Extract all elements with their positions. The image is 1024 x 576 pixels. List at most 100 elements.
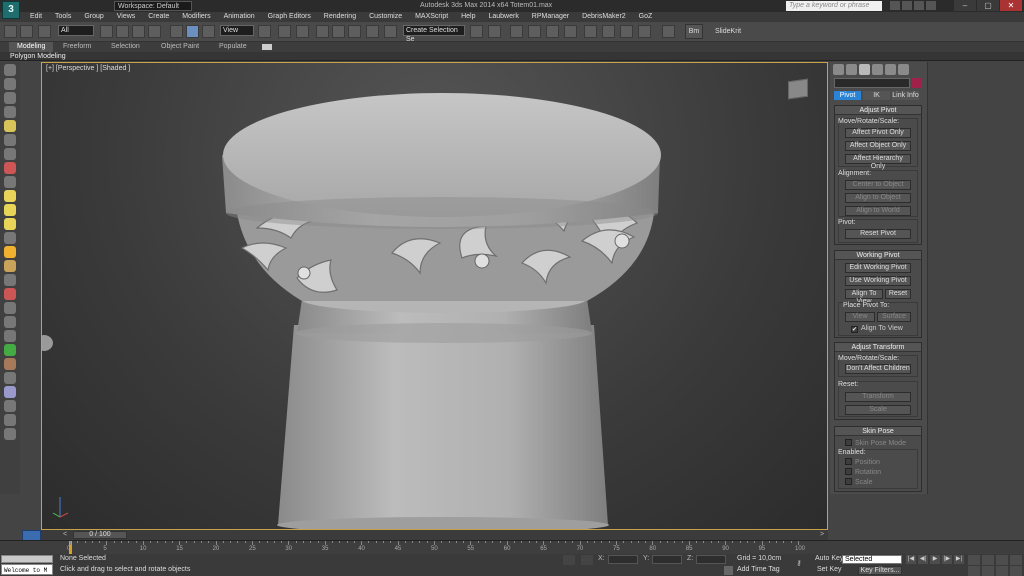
curve-editor-icon[interactable]	[546, 25, 559, 38]
menu-edit[interactable]: Edit	[30, 12, 42, 22]
maxscript-listener[interactable]: Welcome to M	[1, 564, 53, 575]
align-to-object-button[interactable]: Align to Object	[845, 193, 911, 203]
help-search-input[interactable]: Type a keyword or phrase	[786, 1, 882, 11]
time-slider-track[interactable]: < 0 / 100 >	[41, 530, 828, 540]
select-link-icon[interactable]	[20, 25, 33, 38]
tool-icon[interactable]	[4, 428, 16, 440]
polygon-modeling-label[interactable]: Polygon Modeling	[10, 52, 66, 61]
tool-icon[interactable]	[4, 120, 16, 132]
maximize-viewport-icon[interactable]	[1010, 566, 1022, 576]
object-name-field[interactable]	[834, 78, 910, 88]
app-menu-icon[interactable]: 3	[2, 1, 20, 19]
tool-icon[interactable]	[4, 386, 16, 398]
set-key-button[interactable]: Set Key	[817, 566, 842, 573]
align-icon[interactable]	[488, 25, 501, 38]
workspace-dropdown[interactable]: Workspace: Default	[114, 1, 192, 11]
tool-icon[interactable]	[4, 358, 16, 370]
menu-rendering[interactable]: Rendering	[324, 12, 356, 22]
undo-icon[interactable]	[4, 25, 17, 38]
align-to-view-checkbox[interactable]: ✔ Align To View	[851, 325, 903, 333]
add-time-tag-button[interactable]: Add Time Tag	[737, 566, 780, 573]
previous-frame-button[interactable]: ◀|	[918, 555, 928, 564]
affect-pivot-only-button[interactable]: Affect Pivot Only	[845, 128, 911, 138]
user-icon[interactable]	[914, 1, 924, 10]
coord-x-field[interactable]	[608, 555, 638, 564]
working-pivot-title[interactable]: Working Pivot	[835, 251, 921, 260]
motion-tab-icon[interactable]	[872, 64, 883, 75]
zoom-extents-icon[interactable]	[996, 555, 1008, 565]
menu-goz[interactable]: GoZ	[639, 12, 653, 22]
create-tab-icon[interactable]	[833, 64, 844, 75]
tool-icon[interactable]	[4, 148, 16, 160]
display-tab-icon[interactable]	[885, 64, 896, 75]
select-object-icon[interactable]	[100, 25, 113, 38]
reset-scale-button[interactable]: Scale	[845, 405, 911, 415]
tool-icon[interactable]	[4, 288, 16, 300]
zoom-icon[interactable]	[968, 555, 980, 565]
tool-icon[interactable]	[4, 260, 16, 272]
tool-icon[interactable]	[4, 274, 16, 286]
modify-tab-icon[interactable]	[846, 64, 857, 75]
keyboard-shortcut-icon[interactable]	[296, 25, 309, 38]
adjust-pivot-title[interactable]: Adjust Pivot	[835, 106, 921, 115]
edit-working-pivot-button[interactable]: Edit Working Pivot	[845, 263, 911, 273]
affect-hierarchy-only-button[interactable]: Affect Hierarchy Only	[845, 154, 911, 170]
menu-help[interactable]: Help	[461, 12, 475, 22]
pivot-center-icon[interactable]	[258, 25, 271, 38]
pan-icon[interactable]	[968, 566, 980, 576]
tab-pivot[interactable]: Pivot	[834, 91, 861, 100]
dont-affect-children-button[interactable]: Don't Affect Children	[845, 364, 911, 374]
layer-manager-icon[interactable]	[510, 25, 523, 38]
orbit-icon[interactable]	[996, 566, 1008, 576]
lock-selection-icon[interactable]	[563, 555, 575, 565]
use-working-pivot-button[interactable]: Use Working Pivot	[845, 276, 911, 286]
menu-modifiers[interactable]: Modifiers	[182, 12, 210, 22]
tool-icon[interactable]	[4, 302, 16, 314]
maxscript-listener-top[interactable]	[1, 555, 53, 563]
menu-animation[interactable]: Animation	[224, 12, 255, 22]
tab-freeform[interactable]: Freeform	[63, 42, 91, 52]
tool-icon[interactable]	[4, 246, 16, 258]
tab-ik[interactable]: IK	[863, 91, 890, 100]
star-icon[interactable]	[902, 1, 912, 10]
tool-icon[interactable]	[4, 134, 16, 146]
tool-icon[interactable]	[4, 330, 16, 342]
tool-icon[interactable]	[4, 190, 16, 202]
absolute-mode-icon[interactable]	[581, 555, 593, 565]
menu-group[interactable]: Group	[84, 12, 103, 22]
move-icon[interactable]	[170, 25, 183, 38]
align-to-view-button[interactable]: Align To View	[845, 289, 883, 305]
percent-snap-icon[interactable]	[348, 25, 361, 38]
menu-create[interactable]: Create	[148, 12, 169, 22]
named-selection-dropdown[interactable]: Create Selection Se	[403, 25, 465, 43]
menu-customize[interactable]: Customize	[369, 12, 402, 22]
rectangular-selection-icon[interactable]	[132, 25, 145, 38]
angle-snap-icon[interactable]	[332, 25, 345, 38]
viewport-label[interactable]: [+] [Perspective ] [Shaded ]	[46, 65, 130, 72]
tool-icon[interactable]	[4, 372, 16, 384]
material-editor-icon[interactable]	[584, 25, 597, 38]
key-mode-dropdown[interactable]: Selected	[842, 555, 902, 564]
skin-pose-title[interactable]: Skin Pose	[835, 427, 921, 436]
play-button[interactable]: ▶	[930, 555, 940, 564]
tab-populate[interactable]: Populate	[219, 42, 247, 52]
tab-link-info[interactable]: Link Info	[892, 91, 919, 100]
adjust-transform-title[interactable]: Adjust Transform	[835, 343, 921, 352]
skin-pose-mode-checkbox[interactable]: Skin Pose Mode	[845, 439, 906, 447]
next-frame-button[interactable]: |▶	[942, 555, 952, 564]
selection-filter-dropdown[interactable]: All	[58, 25, 94, 36]
column-capital-model[interactable]	[42, 63, 828, 530]
tab-object-paint[interactable]: Object Paint	[161, 42, 199, 52]
tab-selection[interactable]: Selection	[111, 42, 140, 52]
position-checkbox[interactable]: Position	[845, 458, 880, 466]
manipulate-icon[interactable]	[278, 25, 291, 38]
tab-modeling[interactable]: Modeling	[9, 42, 54, 52]
edit-named-selection-icon[interactable]	[384, 25, 397, 38]
coord-y-field[interactable]	[652, 555, 682, 564]
minimize-button[interactable]: –	[954, 0, 976, 11]
hierarchy-tab-icon[interactable]	[859, 64, 870, 75]
reference-coordinate-dropdown[interactable]: View	[220, 25, 254, 36]
tool-icon[interactable]	[4, 400, 16, 412]
menu-laubwerk[interactable]: Laubwerk	[488, 12, 518, 22]
schematic-view-icon[interactable]	[564, 25, 577, 38]
